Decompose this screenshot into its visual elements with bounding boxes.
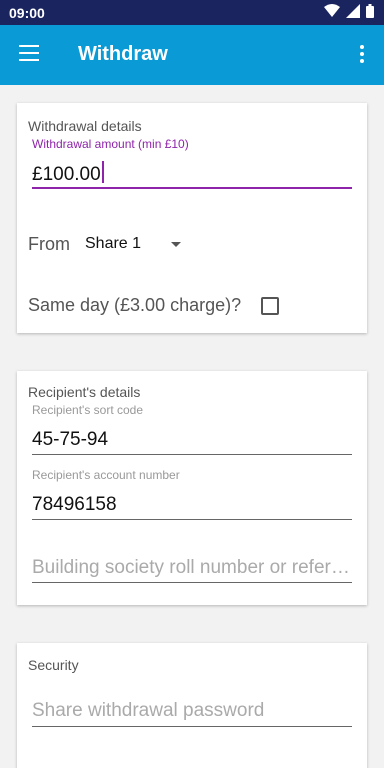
from-label: From: [28, 234, 70, 254]
same-day-label: Same day (£3.00 charge)?: [28, 295, 242, 315]
recipient-details-title: Recipient's details: [28, 384, 141, 400]
same-day-checkbox[interactable]: [261, 297, 279, 315]
status-bar: 09:00: [0, 0, 384, 25]
reference-underline: [32, 582, 352, 583]
withdrawal-amount-label: Withdrawal amount (min £10): [32, 137, 189, 151]
status-icons: [324, 4, 374, 18]
account-number-label: Recipient's account number: [32, 468, 180, 482]
account-number-underline: [32, 519, 352, 520]
dropdown-arrow-icon: [171, 242, 181, 247]
withdrawal-amount-input[interactable]: £100.00: [32, 161, 104, 186]
from-account-select[interactable]: Share 1: [85, 231, 195, 259]
withdrawal-details-title: Withdrawal details: [28, 118, 142, 134]
withdrawal-password-input[interactable]: Share withdrawal password: [32, 700, 352, 722]
wifi-icon: [324, 4, 340, 17]
withdrawal-details-card: Withdrawal details Withdrawal amount (mi…: [17, 103, 367, 333]
signal-icon: [346, 4, 360, 18]
text-cursor: [101, 161, 104, 183]
sort-code-underline: [32, 454, 352, 455]
security-title: Security: [28, 657, 79, 673]
more-options-icon[interactable]: [360, 45, 364, 65]
sort-code-label: Recipient's sort code: [32, 403, 144, 417]
reference-input[interactable]: Building society roll number or referenc…: [32, 557, 352, 579]
withdrawal-amount-value: £100.00: [32, 164, 101, 185]
sort-code-input[interactable]: 45-75-94: [32, 429, 108, 451]
security-card: Security Share withdrawal password: [17, 643, 367, 768]
withdrawal-amount-underline: [32, 187, 352, 189]
app-bar: Withdraw: [0, 25, 384, 85]
menu-icon[interactable]: [19, 45, 41, 63]
battery-icon: [366, 4, 374, 18]
withdrawal-password-underline: [32, 726, 352, 727]
status-time: 09:00: [9, 5, 45, 21]
account-number-input[interactable]: 78496158: [32, 494, 117, 516]
recipient-details-card: Recipient's details Recipient's sort cod…: [17, 371, 367, 605]
from-account-selected: Share 1: [85, 235, 142, 252]
page-title: Withdraw: [78, 43, 168, 65]
